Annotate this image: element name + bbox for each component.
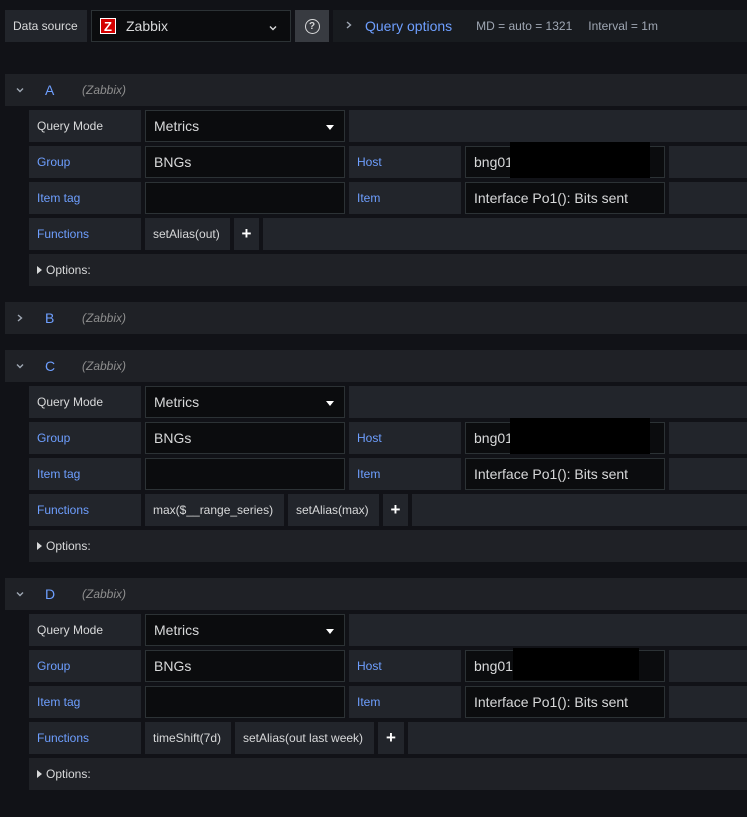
datasource-select[interactable]: Z Zabbix <box>91 10 291 42</box>
add-function-button[interactable]: + <box>234 218 259 250</box>
chevron-down-icon[interactable] <box>5 361 35 371</box>
query-options-link[interactable]: Query options <box>365 18 452 34</box>
host-value: bng01 <box>474 154 513 170</box>
caret-down-icon <box>326 125 334 130</box>
function-chip[interactable]: timeShift(7d) <box>145 722 231 754</box>
item-label: Item <box>349 686 461 718</box>
caret-right-icon <box>37 770 42 778</box>
query-mode-select[interactable]: Metrics <box>145 614 345 646</box>
chevron-right-icon[interactable] <box>5 313 35 323</box>
group-input[interactable]: BNGs <box>145 146 345 178</box>
query-ref-id[interactable]: D <box>35 586 82 602</box>
group-label: Group <box>29 422 141 454</box>
host-label: Host <box>349 650 461 682</box>
options-toggle[interactable]: Options: <box>29 254 747 286</box>
caret-right-icon <box>37 542 42 550</box>
filler <box>349 614 747 646</box>
options-label: Options: <box>46 263 91 277</box>
query-mode-select[interactable]: Metrics <box>145 110 345 142</box>
filler <box>263 218 747 250</box>
query-mode-value: Metrics <box>154 622 200 638</box>
function-chip[interactable]: setAlias(out last week) <box>235 722 374 754</box>
filler <box>669 650 747 682</box>
max-data-points-text: MD = auto = 1321 <box>476 19 573 33</box>
redaction-block <box>510 142 650 178</box>
item-tag-label: Item tag <box>29 686 141 718</box>
options-label: Options: <box>46 539 91 553</box>
host-value: bng01 <box>474 430 513 446</box>
query-ref-id[interactable]: B <box>35 310 82 326</box>
filler <box>669 182 747 214</box>
group-label: Group <box>29 650 141 682</box>
query-datasource-name: (Zabbix) <box>82 359 127 373</box>
add-function-button[interactable]: + <box>378 722 404 754</box>
query-options-bar[interactable]: Query options MD = auto = 1321 Interval … <box>333 10 747 42</box>
options-toggle[interactable]: Options: <box>29 530 747 562</box>
item-input[interactable]: Interface Po1(): Bits sent <box>465 182 665 214</box>
query-ref-id[interactable]: A <box>35 82 82 98</box>
query-datasource-name: (Zabbix) <box>82 311 127 325</box>
host-label: Host <box>349 422 461 454</box>
chevron-down-icon[interactable] <box>5 589 35 599</box>
chevron-down-icon[interactable] <box>5 85 35 95</box>
item-tag-input[interactable] <box>145 686 345 718</box>
group-label: Group <box>29 146 141 178</box>
item-input[interactable]: Interface Po1(): Bits sent <box>465 686 665 718</box>
item-label: Item <box>349 182 461 214</box>
filler <box>669 686 747 718</box>
filler <box>669 458 747 490</box>
query-ref-id[interactable]: C <box>35 358 82 374</box>
item-input[interactable]: Interface Po1(): Bits sent <box>465 458 665 490</box>
query-mode-label: Query Mode <box>29 110 141 142</box>
interval-text: Interval = 1m <box>588 19 658 33</box>
redaction-block <box>513 648 639 680</box>
filler <box>349 386 747 418</box>
query-mode-value: Metrics <box>154 118 200 134</box>
add-function-button[interactable]: + <box>383 494 408 526</box>
query-header-c[interactable]: C (Zabbix) <box>5 350 747 382</box>
caret-right-icon <box>37 266 42 274</box>
zabbix-logo-icon: Z <box>100 18 116 34</box>
options-label: Options: <box>46 767 91 781</box>
query-mode-select[interactable]: Metrics <box>145 386 345 418</box>
functions-label: Functions <box>29 218 141 250</box>
query-mode-label: Query Mode <box>29 386 141 418</box>
item-tag-input[interactable] <box>145 458 345 490</box>
filler <box>349 110 747 142</box>
group-input[interactable]: BNGs <box>145 422 345 454</box>
caret-down-icon <box>326 401 334 406</box>
filler <box>408 722 747 754</box>
query-header-d[interactable]: D (Zabbix) <box>5 578 747 610</box>
filler <box>412 494 747 526</box>
item-tag-label: Item tag <box>29 182 141 214</box>
query-header-b[interactable]: B (Zabbix) <box>5 302 747 334</box>
functions-label: Functions <box>29 722 141 754</box>
datasource-label: Data source <box>5 10 87 42</box>
query-mode-value: Metrics <box>154 394 200 410</box>
function-chip[interactable]: setAlias(max) <box>288 494 379 526</box>
chevron-right-icon <box>345 19 353 33</box>
function-chip[interactable]: max($__range_series) <box>145 494 284 526</box>
query-mode-label: Query Mode <box>29 614 141 646</box>
host-label: Host <box>349 146 461 178</box>
filler <box>669 422 747 454</box>
group-input[interactable]: BNGs <box>145 650 345 682</box>
query-datasource-name: (Zabbix) <box>82 587 127 601</box>
query-datasource-name: (Zabbix) <box>82 83 127 97</box>
help-button[interactable]: ? <box>295 10 329 42</box>
query-header-a[interactable]: A (Zabbix) <box>5 74 747 106</box>
redaction-block <box>510 418 650 454</box>
caret-down-icon <box>326 629 334 634</box>
functions-label: Functions <box>29 494 141 526</box>
item-tag-input[interactable] <box>145 182 345 214</box>
datasource-value: Zabbix <box>126 18 169 34</box>
item-tag-label: Item tag <box>29 458 141 490</box>
host-value: bng01 <box>474 658 513 674</box>
options-toggle[interactable]: Options: <box>29 758 747 790</box>
filler <box>669 146 747 178</box>
function-chip[interactable]: setAlias(out) <box>145 218 230 250</box>
item-label: Item <box>349 458 461 490</box>
chevron-down-icon <box>268 20 278 36</box>
help-icon: ? <box>304 18 320 34</box>
